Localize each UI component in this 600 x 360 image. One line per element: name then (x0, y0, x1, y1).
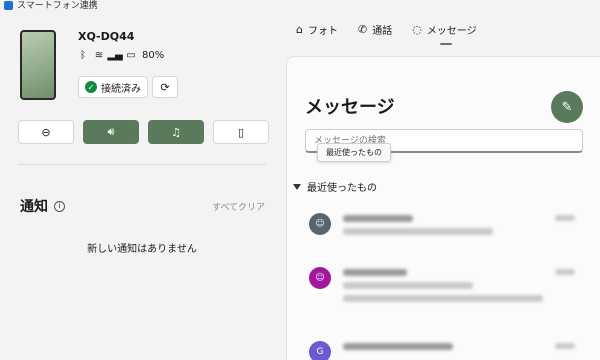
message-icon: ◌ (412, 23, 422, 36)
person-icon: ☺ (315, 273, 325, 283)
bluetooth-icon: ᛒ (80, 50, 86, 61)
do-not-disturb-icon: ⊖ (41, 125, 51, 139)
blurred-preview (343, 282, 473, 289)
section-label: 最近使ったもの (307, 183, 377, 194)
volume-icon: 🔊︎ (107, 125, 115, 138)
quick-actions: ⊖ 🔊︎ ♫ ▯ (18, 120, 269, 144)
compose-icon: ✎ (561, 99, 573, 115)
tab-messages[interactable]: ◌ メッセージ (412, 22, 477, 45)
divider (18, 164, 266, 165)
refresh-button[interactable]: ⟳ (152, 76, 178, 98)
device-name: XQ-DQ44 (78, 30, 135, 43)
blurred-preview (343, 228, 493, 235)
notifications-heading: 通知 i (20, 196, 65, 216)
signal-icon: ▂▄ (107, 50, 123, 61)
battery-level: 80% (142, 50, 165, 61)
tab-bar: ⌂ フォト ✆ 通話 ◌ メッセージ (296, 22, 477, 45)
music-icon: ♫ (171, 125, 181, 139)
person-icon: ☺ (315, 219, 325, 229)
page-title: メッセージ (305, 97, 395, 118)
new-message-button[interactable]: ✎ (551, 91, 583, 123)
volume-button[interactable]: 🔊︎ (83, 120, 139, 144)
connection-status-label: 接続済み (101, 83, 141, 95)
list-item[interactable]: ☺ (309, 267, 543, 302)
photo-icon: ⌂ (296, 23, 303, 36)
wifi-icon: ≋ (94, 50, 104, 61)
list-item[interactable]: G (309, 341, 453, 360)
battery-icon: ▭ (126, 50, 136, 61)
clear-all-button[interactable]: すべてクリア (212, 200, 265, 213)
do-not-disturb-button[interactable]: ⊖ (18, 120, 74, 144)
phone-image (20, 30, 56, 100)
check-icon: ✓ (85, 81, 97, 93)
phone-icon: ✆ (357, 23, 368, 36)
blurred-time (555, 215, 575, 221)
info-icon[interactable]: i (54, 200, 65, 212)
tab-calls[interactable]: ✆ 通話 (358, 22, 392, 45)
connection-status-button[interactable]: ✓ 接続済み (78, 76, 148, 98)
chevron-down-icon (293, 183, 301, 190)
connection-row: ✓ 接続済み ⟳ (78, 76, 178, 98)
tab-label: 通話 (372, 26, 393, 37)
messages-panel: メッセージ ✎ 最近使ったもの 最近使ったもの ☺ ☺ G (286, 56, 600, 360)
recent-section-header[interactable]: 最近使ったもの (293, 179, 377, 194)
tab-label: フォト (307, 26, 338, 37)
blurred-time (555, 269, 575, 275)
empty-notifications-text: 新しい通知はありません (87, 244, 197, 255)
app-logo-icon (4, 0, 13, 10)
refresh-icon: ⟳ (160, 80, 170, 94)
music-button[interactable]: ♫ (148, 120, 204, 144)
list-item[interactable]: ☺ (309, 213, 493, 235)
blurred-name (343, 343, 453, 350)
tab-photos[interactable]: ⌂ フォト (296, 22, 338, 45)
blurred-name (343, 269, 407, 276)
tab-label: メッセージ (426, 26, 477, 37)
device-pane: XQ-DQ44 ᛒ ≋ ▂▄ ▭ 80% ✓ 接続済み ⟳ ⊖ 🔊︎ ♫ ▯ 通… (0, 14, 284, 360)
blurred-name (343, 215, 413, 222)
avatar: ☺ (309, 267, 331, 289)
blurred-time (555, 343, 575, 349)
app-title: スマートフォン連携 (17, 0, 98, 11)
phone-audio-icon: ▯ (237, 125, 245, 139)
avatar: G (309, 341, 331, 360)
notifications-title: 通知 (20, 199, 48, 215)
blurred-preview (343, 295, 543, 302)
avatar: ☺ (309, 213, 331, 235)
device-status-row: ᛒ ≋ ▂▄ ▭ 80% (78, 50, 164, 61)
phone-audio-button[interactable]: ▯ (213, 120, 269, 144)
title-bar: スマートフォン連携 (0, 0, 600, 14)
tooltip: 最近使ったもの (317, 143, 391, 162)
